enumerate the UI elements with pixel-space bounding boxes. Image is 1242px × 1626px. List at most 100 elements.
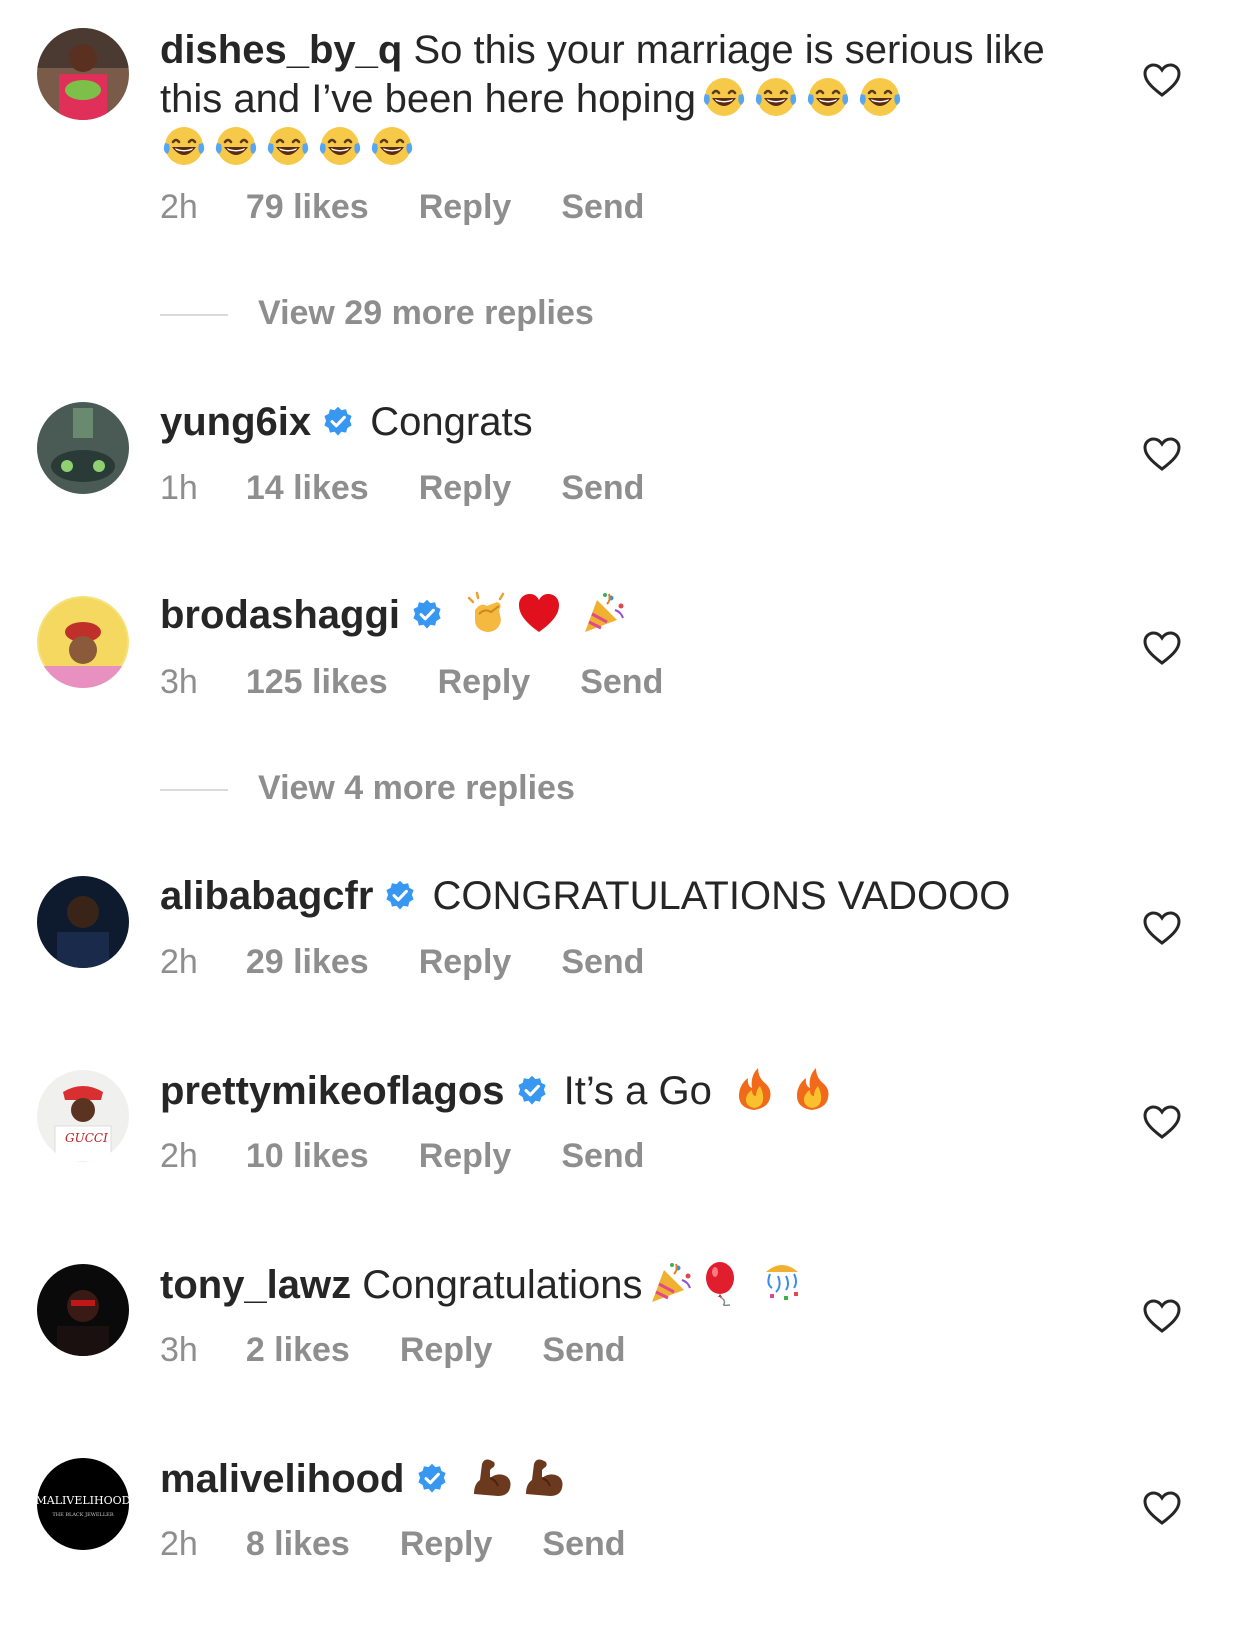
- comment-text: brodashaggi: [160, 590, 1060, 639]
- comment-likes[interactable]: 10 likes: [246, 1137, 369, 1175]
- comment-text: alibabagcfr CONGRATULATIONS VADOOO: [160, 872, 1060, 920]
- laughing-emoji-icon: [316, 123, 364, 169]
- verified-badge-icon: [321, 405, 355, 439]
- comment-text: yung6ix Congrats: [160, 398, 1060, 446]
- comment-username[interactable]: dishes_by_q: [160, 28, 402, 72]
- laughing-emoji-icon: [856, 74, 904, 120]
- laughing-emoji-icon: [212, 123, 260, 169]
- comment-meta: 2h 8 likes Reply Send: [160, 1525, 676, 1564]
- balloon-emoji-icon: [698, 1260, 746, 1306]
- comment-likes[interactable]: 79 likes: [246, 188, 369, 226]
- send-button[interactable]: Send: [561, 188, 644, 226]
- avatar-logo-text: MALIVELIHOOD: [37, 1494, 129, 1507]
- comment-text: dishes_by_q So this your marriage is ser…: [160, 26, 1060, 172]
- flexed-biceps-emoji-icon: [468, 1454, 516, 1500]
- comment-meta: 2h 10 likes Reply Send: [160, 1137, 694, 1176]
- comment-likes[interactable]: 14 likes: [246, 469, 369, 507]
- laughing-emoji-icon: [804, 74, 852, 120]
- comment-time: 2h: [160, 1525, 198, 1563]
- comment-body: CONGRATULATIONS VADOOO: [432, 874, 1011, 918]
- like-heart-icon[interactable]: [1142, 1298, 1182, 1334]
- avatar[interactable]: [37, 28, 129, 120]
- comment-username[interactable]: tony_lawz: [160, 1263, 351, 1307]
- view-more-replies-label[interactable]: View 4 more replies: [258, 769, 575, 807]
- comment-time: 2h: [160, 943, 198, 981]
- comment-username[interactable]: malivelihood: [160, 1457, 405, 1501]
- send-button[interactable]: Send: [561, 1137, 644, 1175]
- comment-time: 3h: [160, 1331, 198, 1369]
- comment-meta: 3h 125 likes Reply Send: [160, 663, 713, 702]
- comment-body: Congrats: [370, 400, 533, 444]
- view-more-replies-label[interactable]: View 29 more replies: [258, 294, 594, 332]
- laughing-emoji-icon: [368, 123, 416, 169]
- laughing-emoji-icon: [264, 123, 312, 169]
- laughing-emoji-icon: [752, 74, 800, 120]
- comment-username[interactable]: alibabagcfr: [160, 874, 373, 918]
- laughing-emoji-icon: [160, 123, 208, 169]
- comment-likes[interactable]: 125 likes: [246, 663, 388, 701]
- like-heart-icon[interactable]: [1142, 630, 1182, 666]
- like-heart-icon[interactable]: [1142, 1490, 1182, 1526]
- comment-username[interactable]: prettymikeoflagos: [160, 1069, 505, 1113]
- comment-likes[interactable]: 8 likes: [246, 1525, 350, 1563]
- comment-time: 2h: [160, 1137, 198, 1175]
- reply-button[interactable]: Reply: [419, 469, 512, 507]
- svg-text:GUCCI: GUCCI: [65, 1131, 108, 1145]
- like-heart-icon[interactable]: [1142, 1104, 1182, 1140]
- party-popper-emoji-icon: [646, 1260, 694, 1306]
- like-heart-icon[interactable]: [1142, 910, 1182, 946]
- avatar-logo-subtext: THE BLACK JEWELLER: [52, 1512, 113, 1518]
- laughing-emoji-icon: [700, 74, 748, 120]
- verified-badge-icon: [415, 1462, 449, 1496]
- avatar[interactable]: [37, 1264, 129, 1356]
- view-more-replies[interactable]: View 29 more replies: [160, 294, 594, 333]
- verified-badge-icon: [515, 1074, 549, 1108]
- red-heart-emoji-icon: [515, 590, 563, 636]
- clapping-hands-emoji-icon: [463, 590, 511, 636]
- send-button[interactable]: Send: [580, 663, 663, 701]
- comment-meta: 2h 29 likes Reply Send: [160, 943, 694, 982]
- party-popper-emoji-icon: [579, 590, 627, 636]
- reply-button[interactable]: Reply: [419, 1137, 512, 1175]
- avatar[interactable]: [37, 596, 129, 688]
- reply-button[interactable]: Reply: [400, 1525, 493, 1563]
- comment-time: 2h: [160, 188, 198, 226]
- reply-button[interactable]: Reply: [400, 1331, 493, 1369]
- send-button[interactable]: Send: [542, 1331, 625, 1369]
- reply-button[interactable]: Reply: [419, 943, 512, 981]
- comment-meta: 1h 14 likes Reply Send: [160, 469, 694, 508]
- avatar[interactable]: MALIVELIHOOD THE BLACK JEWELLER: [37, 1458, 129, 1550]
- comment-likes[interactable]: 29 likes: [246, 943, 369, 981]
- like-heart-icon[interactable]: [1142, 62, 1182, 98]
- comment-body: It’s a Go: [563, 1069, 712, 1113]
- comment-text: prettymikeoflagos It’s a Go: [160, 1066, 1060, 1115]
- verified-badge-icon: [410, 598, 444, 632]
- comment-body: Congratulations: [362, 1263, 643, 1307]
- comment-time: 3h: [160, 663, 198, 701]
- avatar[interactable]: GUCCI: [37, 1070, 129, 1162]
- comment-meta: 2h 79 likes Reply Send: [160, 188, 694, 227]
- verified-badge-icon: [383, 879, 417, 913]
- comment-text: tony_lawz Congratulations: [160, 1260, 1060, 1309]
- confetti-ball-emoji-icon: [758, 1260, 806, 1306]
- send-button[interactable]: Send: [561, 469, 644, 507]
- comment-meta: 3h 2 likes Reply Send: [160, 1331, 676, 1370]
- send-button[interactable]: Send: [561, 943, 644, 981]
- view-more-replies[interactable]: View 4 more replies: [160, 769, 575, 808]
- comment-likes[interactable]: 2 likes: [246, 1331, 350, 1369]
- fire-emoji-icon: [788, 1066, 836, 1112]
- divider-line: [160, 789, 228, 792]
- like-heart-icon[interactable]: [1142, 436, 1182, 472]
- fire-emoji-icon: [730, 1066, 778, 1112]
- reply-button[interactable]: Reply: [419, 188, 512, 226]
- comment-username[interactable]: brodashaggi: [160, 593, 400, 637]
- comment-username[interactable]: yung6ix: [160, 400, 311, 444]
- send-button[interactable]: Send: [542, 1525, 625, 1563]
- divider-line: [160, 314, 228, 317]
- comment-time: 1h: [160, 469, 198, 507]
- avatar[interactable]: [37, 876, 129, 968]
- comment-text: malivelihood: [160, 1454, 1060, 1503]
- avatar[interactable]: [37, 402, 129, 494]
- reply-button[interactable]: Reply: [438, 663, 531, 701]
- flexed-biceps-emoji-icon: [520, 1454, 568, 1500]
